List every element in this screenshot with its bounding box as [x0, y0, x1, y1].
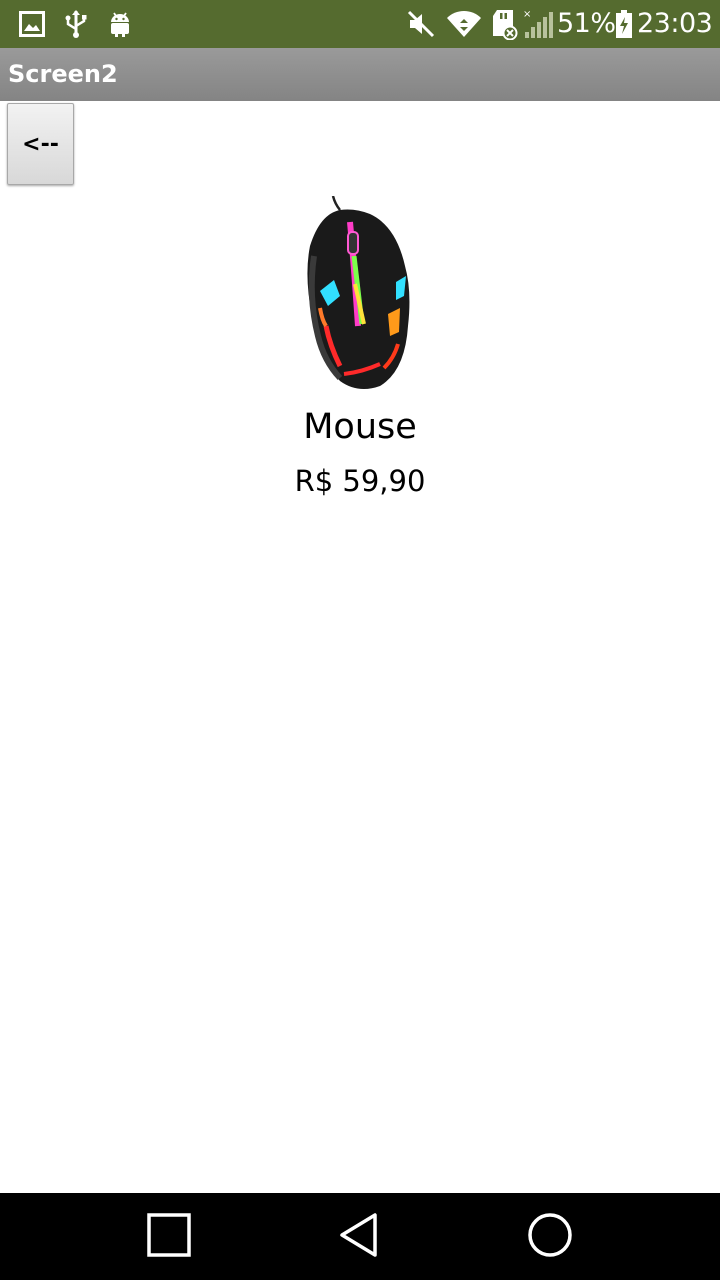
sd-card-icon [490, 8, 520, 40]
navigation-bar [0, 1193, 720, 1280]
usb-icon [62, 8, 90, 40]
home-button[interactable] [490, 1193, 610, 1280]
svg-text:×: × [523, 9, 531, 20]
wifi-icon [445, 8, 483, 40]
title-bar: Screen2 [0, 48, 720, 101]
android-icon [106, 8, 134, 40]
product-price: R$ 59,90 [294, 464, 426, 498]
back-nav-button[interactable] [299, 1193, 419, 1280]
signal-icon: × [522, 8, 554, 40]
product-name: Mouse [303, 407, 417, 447]
image-icon [18, 8, 46, 40]
triangle-back-icon [337, 1212, 381, 1262]
battery-charging-icon [614, 8, 634, 40]
gaming-mouse-image [300, 195, 415, 396]
status-bar: × 51% 23:03 [0, 0, 720, 48]
battery-percent: 51% [557, 8, 616, 39]
recents-button[interactable] [109, 1193, 229, 1280]
circle-home-icon [527, 1212, 573, 1262]
back-button[interactable]: <-- [7, 103, 74, 185]
clock: 23:03 [637, 8, 713, 39]
page-title: Screen2 [8, 60, 118, 88]
square-icon [147, 1212, 191, 1261]
mute-icon [405, 8, 437, 40]
